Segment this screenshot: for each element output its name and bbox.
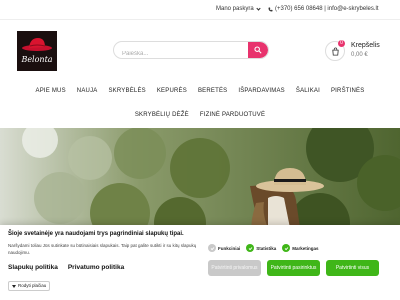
nav-item-caps[interactable]: KEPURĖS [157, 88, 187, 100]
phone-icon [268, 7, 273, 11]
check-icon [246, 244, 255, 252]
chevron-down-icon [256, 5, 261, 11]
nav-item-about[interactable]: APIE MUS [36, 88, 66, 100]
privacy-policy-link[interactable]: Privatumo politika [68, 264, 124, 271]
statistics-label: Statistika [256, 245, 277, 251]
search-input[interactable] [114, 46, 244, 58]
logo-brand: Belonta [21, 55, 53, 64]
cart-amount: 0,00 € [351, 52, 368, 58]
nav-item-physical-store[interactable]: FIZINĖ PARDUOTUVĖ [200, 112, 265, 124]
hat-logo-icon [22, 38, 52, 51]
account-label: Mano paskyra [216, 6, 254, 12]
functional-label: Funkciniai [218, 245, 241, 251]
cookie-links: Slapukų politika Privatumo politika [8, 264, 124, 271]
nav-item-sale[interactable]: IŠPARDAVIMAS [238, 88, 285, 100]
check-icon [282, 244, 291, 252]
cookie-options: Funkciniai Statistika Marketingas [208, 244, 319, 252]
functional-checkbox[interactable]: Funkciniai [208, 244, 240, 252]
cookie-title: Šioje svetainėje yra naudojami trys pagr… [8, 231, 184, 237]
account-menu[interactable]: Mano paskyra [216, 5, 261, 12]
statistics-checkbox[interactable]: Statistika [246, 244, 276, 252]
accept-required-button[interactable]: Patvirtinti privalomus [208, 260, 261, 276]
accept-all-button[interactable]: Patvirtinti visus [326, 260, 379, 276]
contact-info[interactable]: (+370) 656 08648 | info@e-skrybeles.lt [268, 6, 379, 12]
shopping-bag-icon [331, 46, 339, 56]
search-bar [113, 41, 269, 59]
cookie-description: Naršydami toliau Jūs sutinkate su būtina… [8, 243, 197, 255]
search-button[interactable] [248, 42, 268, 58]
cookie-buttons: Patvirtinti privalomus Patvirtinti pasir… [208, 260, 379, 276]
logo[interactable]: Belonta [17, 31, 57, 71]
cookie-policy-link[interactable]: Slapukų politika [8, 264, 58, 271]
cart[interactable]: 0 Krepšelis 0,00 € [325, 40, 395, 64]
show-more-label: Rodyti plačiau [18, 283, 47, 288]
caret-down-icon [12, 284, 16, 288]
hero-banner[interactable] [0, 128, 400, 228]
main-nav: APIE MUS NAUJA SKRYBĖLĖS KEPURĖS BERETĖS… [0, 88, 400, 100]
show-more-button[interactable]: Rodyti plačiau [8, 281, 51, 291]
accept-selected-button[interactable]: Patvirtinti pasirinktus [267, 260, 320, 276]
search-icon [254, 46, 262, 54]
cookie-banner: Šioje svetainėje yra naudojami trys pagr… [0, 225, 400, 300]
contact-text: (+370) 656 08648 | info@e-skrybeles.lt [275, 6, 379, 12]
nav-item-berets[interactable]: BERETĖS [198, 88, 227, 100]
top-bar: Mano paskyra (+370) 656 08648 | info@e-s… [0, 0, 400, 20]
hero-image [0, 128, 400, 228]
check-icon [208, 244, 216, 252]
cart-count-badge: 0 [338, 40, 345, 47]
cart-label: Krepšelis [351, 42, 380, 49]
nav-item-gloves[interactable]: PIRŠTINĖS [331, 88, 364, 100]
main-nav-row2: SKRYBĖLIŲ DĖŽĖ FIZINĖ PARDUOTUVĖ [0, 112, 400, 124]
marketing-label: Marketingas [292, 245, 319, 251]
nav-item-hats[interactable]: SKRYBĖLĖS [108, 88, 145, 100]
marketing-checkbox[interactable]: Marketingas [282, 244, 319, 252]
nav-item-scarves[interactable]: ŠALIKAI [296, 88, 320, 100]
nav-item-hat-box[interactable]: SKRYBĖLIŲ DĖŽĖ [135, 112, 189, 124]
nav-item-new[interactable]: NAUJA [77, 88, 98, 100]
